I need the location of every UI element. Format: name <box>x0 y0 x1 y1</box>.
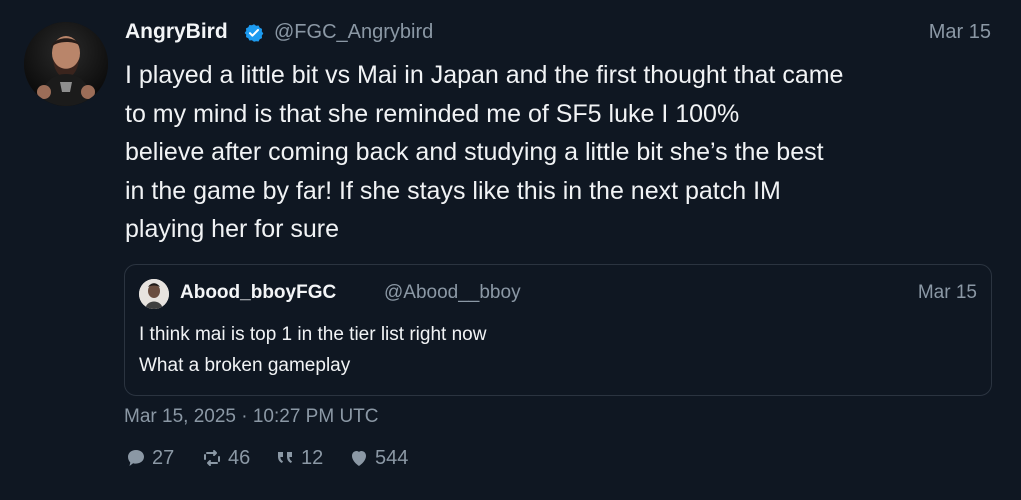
like-metric[interactable]: 544 <box>347 444 408 472</box>
quote-author-handle[interactable]: @Abood__bboy <box>384 280 521 306</box>
tweet-text-line: believe after coming back and studying a… <box>125 138 824 166</box>
retweet-count: 46 <box>228 447 251 469</box>
avatar[interactable] <box>24 22 108 106</box>
tweet-text-line: in the game by far! If she stays like th… <box>125 176 781 205</box>
tweet-header: AngryBird @FGC_Angrybird Mar 15 <box>125 18 991 46</box>
retweet-icon <box>200 446 224 470</box>
tweet-text-line: to my mind is that she reminded me of SF… <box>125 99 740 128</box>
quote-icon <box>273 446 297 470</box>
reply-icon <box>124 446 148 470</box>
quote-date[interactable]: Mar 15 <box>918 280 977 306</box>
tweet-metrics: 27 46 12 544 <box>124 444 544 472</box>
tweet-text-line: playing her for sure <box>125 215 340 243</box>
quote-count: 12 <box>301 447 324 469</box>
quote-metric[interactable]: 12 <box>273 444 323 472</box>
quoted-tweet-card[interactable]: Abood_bboyFGC @Abood__bboy Mar 15 I thin… <box>124 264 992 396</box>
heart-icon <box>347 446 371 470</box>
reply-metric[interactable]: 27 <box>124 444 174 472</box>
quote-author-display-name[interactable]: Abood_bboyFGC <box>180 280 336 306</box>
quote-avatar[interactable] <box>139 279 169 309</box>
author-display-name[interactable]: AngryBird <box>125 18 228 46</box>
avatar-image <box>24 22 108 106</box>
like-count: 544 <box>375 447 409 469</box>
verified-badge-icon <box>244 23 264 43</box>
quote-avatar-image <box>139 279 169 309</box>
retweet-metric[interactable]: 46 <box>200 444 250 472</box>
quote-text-line: What a broken gameplay <box>139 355 351 376</box>
tweet-timestamp[interactable]: Mar 15, 2025 · 10:27 PM UTC <box>124 404 379 430</box>
quote-text: I think mai is top 1 in the tier list ri… <box>139 319 969 381</box>
tweet-date[interactable]: Mar 15 <box>929 18 991 46</box>
reply-count: 27 <box>152 447 175 469</box>
author-handle[interactable]: @FGC_Angrybird <box>274 18 433 46</box>
tweet-text-line: I played a little bit vs Mai in Japan an… <box>125 61 844 89</box>
tweet-text: I played a little bit vs Mai in Japan an… <box>125 56 990 249</box>
tweet-card: AngryBird @FGC_Angrybird Mar 15 I played… <box>0 0 1021 500</box>
quote-text-line: I think mai is top 1 in the tier list ri… <box>139 324 487 345</box>
